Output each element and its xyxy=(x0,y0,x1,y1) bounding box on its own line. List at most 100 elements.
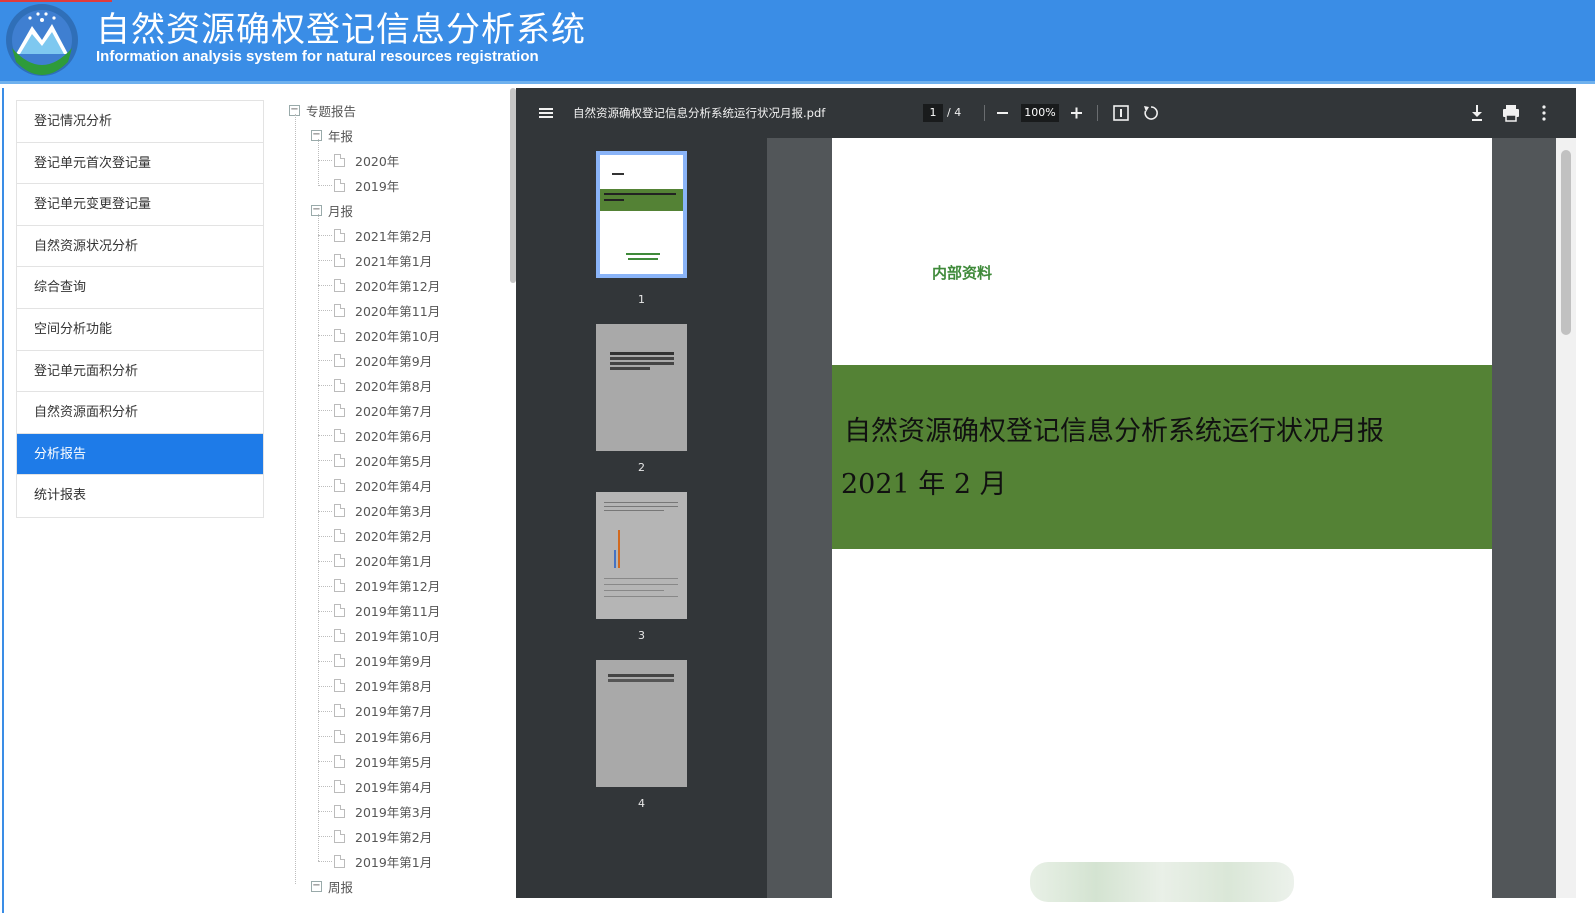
menu-item[interactable]: 空间分析功能 xyxy=(17,308,263,351)
tree-node-report[interactable]: 2019年第5月 xyxy=(334,752,432,770)
fit-page-icon[interactable] xyxy=(1112,88,1130,138)
tree-connector xyxy=(318,335,332,337)
toolbar-divider xyxy=(984,105,985,121)
tree-node-report[interactable]: 2020年第8月 xyxy=(334,376,432,394)
collapse-icon[interactable]: − xyxy=(311,880,322,892)
tree-node-label: 2019年第8月 xyxy=(355,679,433,695)
tree-connector xyxy=(318,635,332,637)
tree-node-report[interactable]: 2020年第2月 xyxy=(334,527,432,545)
page-thumbnail-2[interactable] xyxy=(596,324,687,451)
document-icon xyxy=(334,729,345,743)
tree-connector xyxy=(318,811,332,813)
tree-connector xyxy=(318,786,332,788)
rotate-icon[interactable] xyxy=(1142,88,1160,138)
tree-node-label: 2021年第2月 xyxy=(355,228,433,244)
print-icon[interactable] xyxy=(1502,88,1520,138)
tree-connector xyxy=(318,285,332,287)
tree-node-report[interactable]: 2020年第11月 xyxy=(334,301,440,319)
menu-item[interactable]: 综合查询 xyxy=(17,267,263,309)
tree-node-report[interactable]: 2019年第10月 xyxy=(334,627,440,645)
pdf-scrollbar-thumb[interactable] xyxy=(1561,150,1571,335)
tree-node-report[interactable]: 2020年第3月 xyxy=(334,502,432,520)
menu-item[interactable]: 登记单元变更登记量 xyxy=(17,184,263,226)
tree-node-report[interactable]: 2020年第9月 xyxy=(334,351,432,369)
tree-node-label: 2020年第11月 xyxy=(355,303,441,319)
tree-node-report[interactable]: 2019年第7月 xyxy=(334,702,432,720)
thumbnail-number: 1 xyxy=(638,293,645,306)
tree-node-report[interactable]: 2019年第2月 xyxy=(334,827,432,845)
tree-connector xyxy=(318,861,332,863)
menu-item[interactable]: 登记情况分析 xyxy=(17,101,263,143)
more-options-icon[interactable] xyxy=(1540,88,1548,138)
page-number-input[interactable]: 1 xyxy=(923,104,943,122)
tree-connector xyxy=(318,260,332,262)
document-icon xyxy=(334,228,345,242)
tree-node-report[interactable]: 2020年第4月 xyxy=(334,477,432,495)
tree-node-label: 2020年第10月 xyxy=(355,328,441,344)
document-icon xyxy=(334,629,345,643)
tree-node-root[interactable]: − 专题报告 xyxy=(289,101,356,119)
tree-node-label: 2019年第1月 xyxy=(355,854,433,870)
document-icon xyxy=(334,854,345,868)
tree-node-report[interactable]: 2019年第6月 xyxy=(334,727,432,745)
tree-node-report[interactable]: 2021年第1月 xyxy=(334,251,432,269)
page-thumbnail-1[interactable] xyxy=(596,151,687,278)
menu-item[interactable]: 分析报告 xyxy=(17,433,263,476)
zoom-out-icon[interactable] xyxy=(996,88,1010,138)
document-icon xyxy=(334,353,345,367)
tree-connector xyxy=(318,535,332,537)
menu-item[interactable]: 自然资源面积分析 xyxy=(17,392,263,434)
pdf-page: 内部资料 自然资源确权登记信息分析系统运行状况月报 2021 年 2 月 xyxy=(832,138,1492,898)
tree-node-report[interactable]: 2020年第6月 xyxy=(334,426,432,444)
tree-node-report[interactable]: 2020年第7月 xyxy=(334,401,432,419)
tree-node-report[interactable]: 2020年第5月 xyxy=(334,451,432,469)
collapse-icon[interactable]: − xyxy=(311,204,322,216)
tree-node-report[interactable]: 2020年第12月 xyxy=(334,276,440,294)
tree-node-report[interactable]: 2019年第12月 xyxy=(334,577,440,595)
menu-item[interactable]: 登记单元面积分析 xyxy=(17,350,263,393)
collapse-icon[interactable]: − xyxy=(311,129,322,141)
page-thumbnail-4[interactable] xyxy=(596,660,687,787)
pdf-scrollbar[interactable] xyxy=(1556,138,1576,898)
tree-node-weekly[interactable]: − 周报 xyxy=(311,877,353,895)
download-icon[interactable] xyxy=(1469,88,1485,138)
tree-node-report[interactable]: 2020年 xyxy=(334,151,399,169)
tree-connector xyxy=(318,485,332,487)
tree-connector xyxy=(318,185,332,187)
menu-item[interactable]: 自然资源状况分析 xyxy=(17,225,263,268)
menu-item[interactable]: 登记单元首次登记量 xyxy=(17,142,263,185)
page-thumbnail-3[interactable] xyxy=(596,492,687,619)
tree-connector xyxy=(318,836,332,838)
tree-connector xyxy=(318,685,332,687)
tree-node-label: 2019年第7月 xyxy=(355,704,433,720)
tree-node-report[interactable]: 2019年第8月 xyxy=(334,677,432,695)
document-icon xyxy=(334,153,345,167)
app-title: 自然资源确权登记信息分析系统 xyxy=(96,10,586,50)
tree-node-report[interactable]: 2019年第1月 xyxy=(334,852,432,870)
zoom-in-icon[interactable] xyxy=(1070,88,1084,138)
menu-icon[interactable] xyxy=(538,88,554,138)
pdf-filename: 自然资源确权登记信息分析系统运行状况月报.pdf xyxy=(573,106,826,120)
pdf-viewer: 自然资源确权登记信息分析系统运行状况月报.pdf 1 / 4 100% 1 2 … xyxy=(516,88,1576,898)
tree-node-report[interactable]: 2019年第11月 xyxy=(334,602,440,620)
tree-connector xyxy=(318,160,332,161)
tree-node-report[interactable]: 2021年第2月 xyxy=(334,226,432,244)
tree-node-report[interactable]: 2020年第10月 xyxy=(334,326,440,344)
tree-node-report[interactable]: 2019年第3月 xyxy=(334,802,432,820)
tree-node-label: 2020年 xyxy=(355,153,400,169)
tree-node-label: 专题报告 xyxy=(306,103,357,119)
tree-node-report[interactable]: 2019年 xyxy=(334,176,399,194)
tree-connector xyxy=(318,385,332,387)
tree-node-label: 年报 xyxy=(328,128,354,144)
thumbnail-number: 2 xyxy=(638,461,645,474)
tree-connector xyxy=(318,761,332,763)
tree-connector xyxy=(318,435,332,437)
tree-node-report[interactable]: 2020年第1月 xyxy=(334,552,432,570)
tree-node-report[interactable]: 2019年第4月 xyxy=(334,777,432,795)
emblem-logo-icon xyxy=(2,2,82,80)
tree-connector xyxy=(318,510,332,512)
zoom-level-input[interactable]: 100% xyxy=(1021,104,1059,122)
document-icon xyxy=(334,829,345,843)
menu-item[interactable]: 统计报表 xyxy=(17,475,263,517)
tree-node-report[interactable]: 2019年第9月 xyxy=(334,652,432,670)
